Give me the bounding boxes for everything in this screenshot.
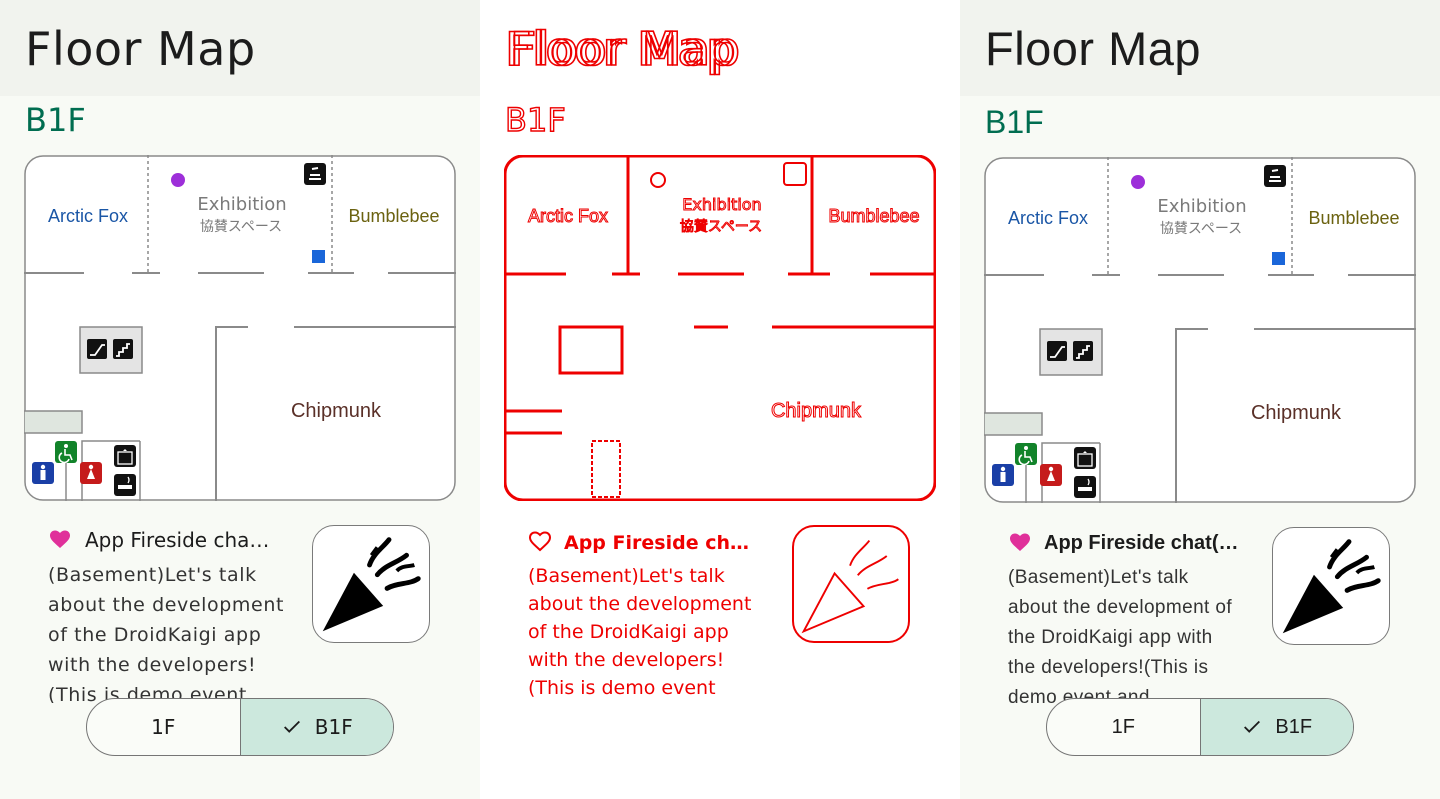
floor-option-1f-right[interactable]: 1F bbox=[1047, 699, 1200, 755]
floor-option-1f-label: 1F bbox=[151, 715, 176, 739]
outline-page-title-shadow: Floor Map bbox=[509, 21, 741, 77]
location-dot-icon bbox=[171, 173, 185, 187]
check-icon-right bbox=[1244, 720, 1261, 733]
party-popper-icon bbox=[322, 537, 421, 632]
party-popper-icon-right bbox=[1282, 539, 1381, 634]
event-title[interactable]: App Fireside cha… bbox=[85, 527, 285, 553]
outline-room-exhibition: Exhibition bbox=[682, 195, 761, 214]
floor-map-right[interactable]: Arctic Fox Exhibition 協賛スペース Bumblebee C… bbox=[984, 157, 1416, 503]
event-thumbnail-right[interactable] bbox=[1272, 527, 1390, 645]
floor-toggle-right: 1F B1F bbox=[1046, 698, 1354, 756]
top-app-bar: Floor Map bbox=[0, 0, 480, 96]
info-square-icon bbox=[312, 250, 325, 263]
room-arctic-fox-right: Arctic Fox bbox=[1008, 208, 1088, 228]
outline-heart-icon bbox=[528, 531, 552, 552]
room-exhibition-jp: 協賛スペース bbox=[200, 219, 282, 235]
floor-option-b1f[interactable]: B1F bbox=[239, 699, 393, 755]
floor-option-b1f-label: B1F bbox=[314, 715, 353, 739]
room-exhibition: Exhibition bbox=[197, 194, 286, 215]
room-exhibition-jp-right: 協賛スペース bbox=[1160, 221, 1242, 237]
escalator-icon-right bbox=[1047, 341, 1067, 361]
top-app-bar-right: Floor Map bbox=[960, 0, 1440, 96]
page-title-right: Floor Map bbox=[985, 22, 1202, 75]
floor-map-screen-left: Floor Map B1F Arctic Fox Exhibition 協賛スペ… bbox=[0, 0, 480, 799]
room-chipmunk: Chipmunk bbox=[291, 400, 382, 422]
floor-label: B1F bbox=[25, 101, 86, 139]
escalator-icon bbox=[87, 339, 107, 359]
outline-room-bumblebee: Bumblebee bbox=[828, 206, 919, 226]
event-thumbnail[interactable] bbox=[312, 525, 430, 643]
check-icon bbox=[283, 720, 300, 733]
outline-party-popper-icon bbox=[801, 539, 899, 634]
room-bumblebee: Bumblebee bbox=[348, 206, 439, 226]
event-description-right: (Basement)Let's talk about the developme… bbox=[1008, 567, 1233, 706]
outline-room-chipmunk: Chipmunk bbox=[771, 400, 862, 422]
location-dot-icon-right bbox=[1131, 175, 1145, 189]
outline-floor-label: B1F bbox=[504, 100, 566, 139]
floor-map-screen-right: Floor Map B1F Arctic Fox Exhibition 協賛スペ… bbox=[960, 0, 1440, 799]
outline-event-description: (Basement)Let's talk about the developme… bbox=[528, 565, 752, 699]
page-title: Floor Map bbox=[25, 22, 256, 76]
floor-toggle: 1F B1F bbox=[86, 698, 394, 756]
room-exhibition-right: Exhibition bbox=[1157, 196, 1246, 217]
floor-option-b1f-right[interactable]: B1F bbox=[1199, 699, 1353, 755]
room-bumblebee-right: Bumblebee bbox=[1308, 208, 1399, 228]
outline-event-thumbnail bbox=[792, 525, 910, 643]
floor-label-right: B1F bbox=[985, 104, 1044, 140]
outline-room-exhibition-jp: 協賛スペース bbox=[680, 219, 762, 235]
room-chipmunk-right: Chipmunk bbox=[1251, 402, 1342, 424]
outline-floor-map: Arctic Fox Exhibition 協賛スペース Bumblebee C… bbox=[504, 155, 936, 501]
floor-option-b1f-label-right: B1F bbox=[1275, 715, 1313, 738]
info-square-icon-right bbox=[1272, 252, 1285, 265]
event-title-right[interactable]: App Fireside chat(T… bbox=[1044, 530, 1244, 556]
floor-option-1f-label-right: 1F bbox=[1111, 715, 1135, 738]
outline-event-title: App Fireside chat(T… bbox=[564, 532, 760, 554]
favorite-heart-icon[interactable] bbox=[48, 527, 72, 551]
event-description: (Basement)Let's talk about the developme… bbox=[48, 564, 285, 703]
floor-option-1f[interactable]: 1F bbox=[87, 699, 240, 755]
favorite-heart-icon-right[interactable] bbox=[1008, 530, 1032, 554]
outline-room-arctic-fox: Arctic Fox bbox=[528, 206, 608, 226]
room-arctic-fox: Arctic Fox bbox=[48, 206, 128, 226]
floor-map[interactable]: Arctic Fox Exhibition 協賛スペース Bumblebee C… bbox=[24, 155, 456, 501]
